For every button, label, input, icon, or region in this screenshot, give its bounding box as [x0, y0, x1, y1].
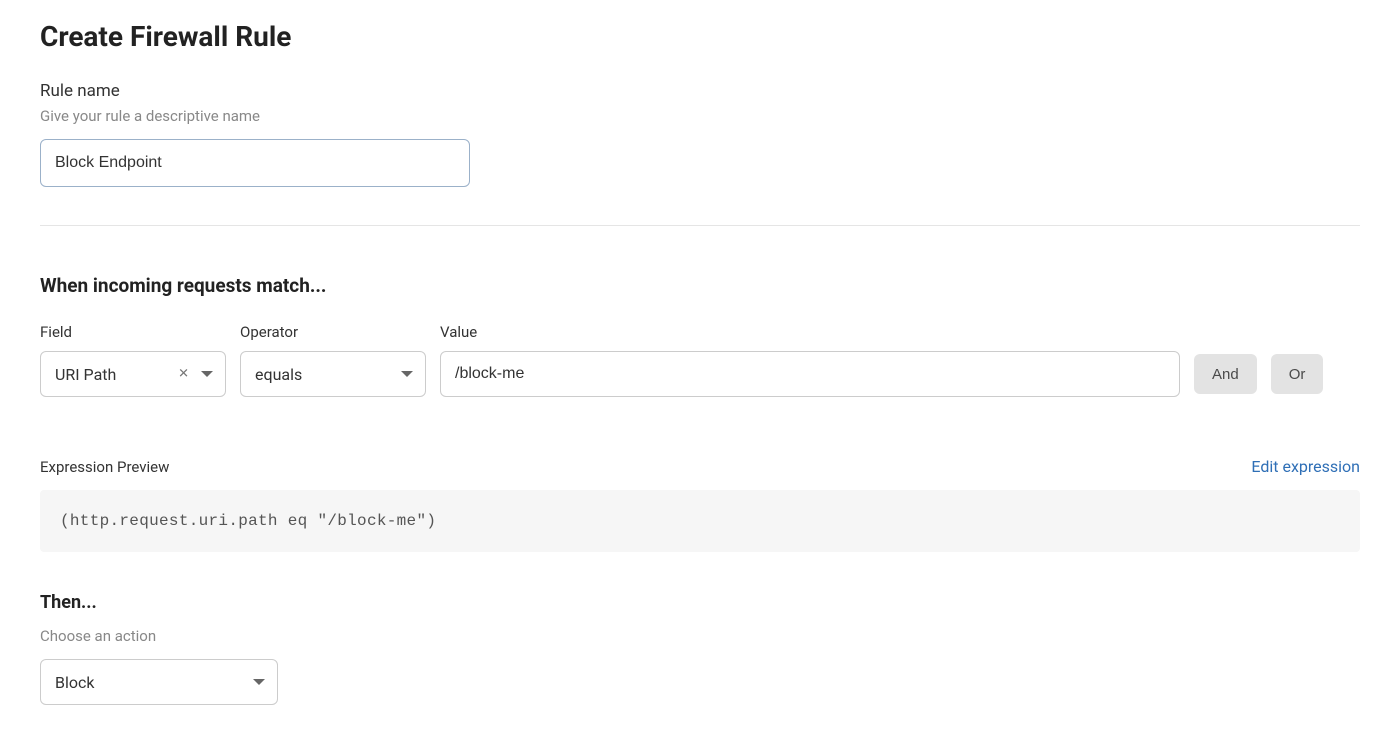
- action-select[interactable]: Block: [40, 659, 278, 705]
- page-title: Create Firewall Rule: [40, 20, 1360, 53]
- clear-icon[interactable]: ✕: [178, 368, 189, 381]
- and-button[interactable]: And: [1194, 354, 1257, 394]
- action-select-value: Block: [55, 673, 94, 692]
- chevron-down-icon: [401, 371, 413, 377]
- operator-select-value: equals: [255, 365, 302, 384]
- divider: [40, 225, 1360, 226]
- value-column-label: Value: [440, 323, 1180, 341]
- field-column-label: Field: [40, 323, 226, 341]
- expression-preview-label: Expression Preview: [40, 458, 169, 476]
- rule-name-input[interactable]: [40, 139, 470, 187]
- then-hint: Choose an action: [40, 627, 1360, 645]
- operator-select[interactable]: equals: [240, 351, 426, 397]
- rule-name-label: Rule name: [40, 81, 1360, 101]
- chevron-down-icon: [253, 679, 265, 685]
- edit-expression-link[interactable]: Edit expression: [1251, 457, 1360, 476]
- operator-column-label: Operator: [240, 323, 426, 341]
- field-select-value: URI Path: [55, 365, 116, 384]
- field-select[interactable]: URI Path ✕: [40, 351, 226, 397]
- value-input[interactable]: [440, 351, 1180, 397]
- rule-name-hint: Give your rule a descriptive name: [40, 107, 1360, 125]
- or-button[interactable]: Or: [1271, 354, 1324, 394]
- match-heading: When incoming requests match...: [40, 274, 1360, 297]
- expression-preview-code: (http.request.uri.path eq "/block-me"): [40, 490, 1360, 552]
- match-row: Field URI Path ✕ Operator equals Value A…: [40, 323, 1360, 397]
- then-heading: Then...: [40, 592, 1360, 613]
- chevron-down-icon: [201, 371, 213, 377]
